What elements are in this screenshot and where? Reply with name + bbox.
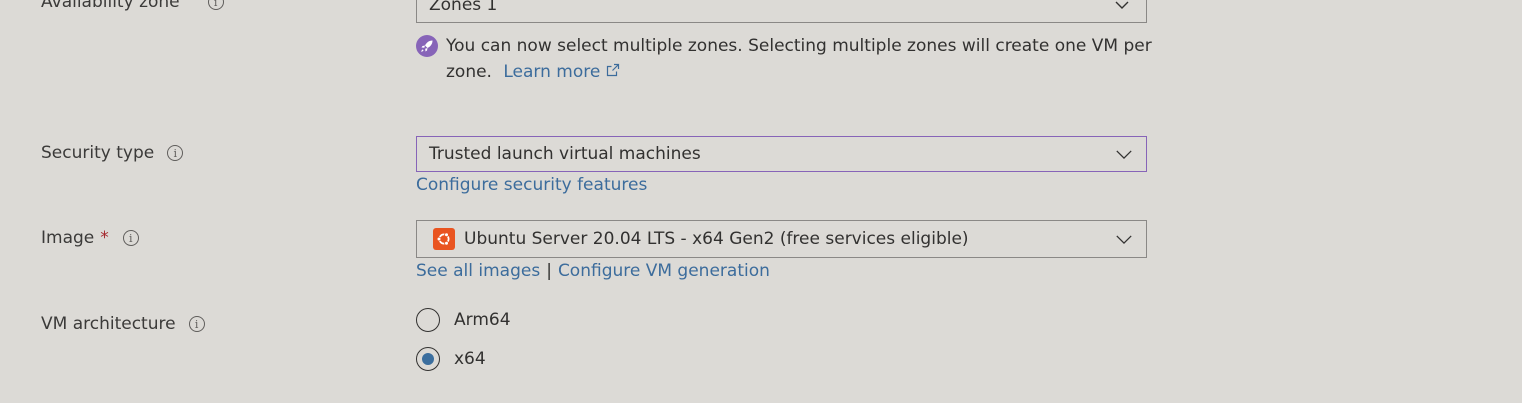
radio-label-x64: x64 <box>454 349 486 369</box>
availability-zone-select[interactable]: Zones 1 <box>416 0 1147 23</box>
rocket-icon <box>416 35 438 57</box>
notice-text-block: You can now select multiple zones. Selec… <box>446 33 1156 85</box>
security-type-value: Trusted launch virtual machines <box>429 144 701 164</box>
security-type-label: Security type <box>41 143 155 163</box>
vm-create-basics-section: Availability zone i Zones 1 You can now … <box>0 0 1522 403</box>
radio-button[interactable] <box>416 308 440 332</box>
configure-security-features-link[interactable]: Configure security features <box>416 175 647 195</box>
info-icon[interactable]: i <box>188 316 205 332</box>
radio-button-checked[interactable] <box>416 347 440 371</box>
security-type-label-row: Security type i <box>41 143 184 163</box>
learn-more-label: Learn more <box>503 62 601 82</box>
availability-zone-label: Availability zone <box>41 0 180 12</box>
image-links: See all images | Configure VM generation <box>416 261 770 281</box>
vm-architecture-label-row: VM architecture i <box>41 314 205 334</box>
required-asterisk: * <box>100 228 109 248</box>
image-label: Image <box>41 228 95 248</box>
chevron-down-icon <box>1116 231 1132 247</box>
chevron-down-icon <box>1114 0 1130 13</box>
image-value: Ubuntu Server 20.04 LTS - x64 Gen2 (free… <box>464 229 969 249</box>
vm-architecture-label: VM architecture <box>41 314 176 334</box>
external-link-icon <box>606 62 620 82</box>
ubuntu-logo-icon <box>433 228 455 250</box>
info-icon[interactable]: i <box>207 0 224 10</box>
radio-label-arm64: Arm64 <box>454 310 511 330</box>
link-separator: | <box>546 261 552 281</box>
info-icon[interactable]: i <box>167 145 184 161</box>
radio-option-arm64[interactable]: Arm64 <box>416 308 511 332</box>
image-select[interactable]: Ubuntu Server 20.04 LTS - x64 Gen2 (free… <box>416 220 1147 258</box>
info-icon[interactable]: i <box>122 230 139 246</box>
chevron-down-icon <box>1116 146 1132 162</box>
image-label-row: Image * i <box>41 228 139 248</box>
configure-vm-generation-link[interactable]: Configure VM generation <box>558 261 770 281</box>
availability-zone-label-row: Availability zone i <box>41 0 224 12</box>
learn-more-link[interactable]: Learn more <box>503 62 619 82</box>
see-all-images-link[interactable]: See all images <box>416 261 540 281</box>
radio-option-x64[interactable]: x64 <box>416 347 486 371</box>
security-type-select[interactable]: Trusted launch virtual machines <box>416 136 1147 172</box>
availability-zone-value: Zones 1 <box>429 0 498 15</box>
multi-zone-notice: You can now select multiple zones. Selec… <box>416 33 1156 85</box>
